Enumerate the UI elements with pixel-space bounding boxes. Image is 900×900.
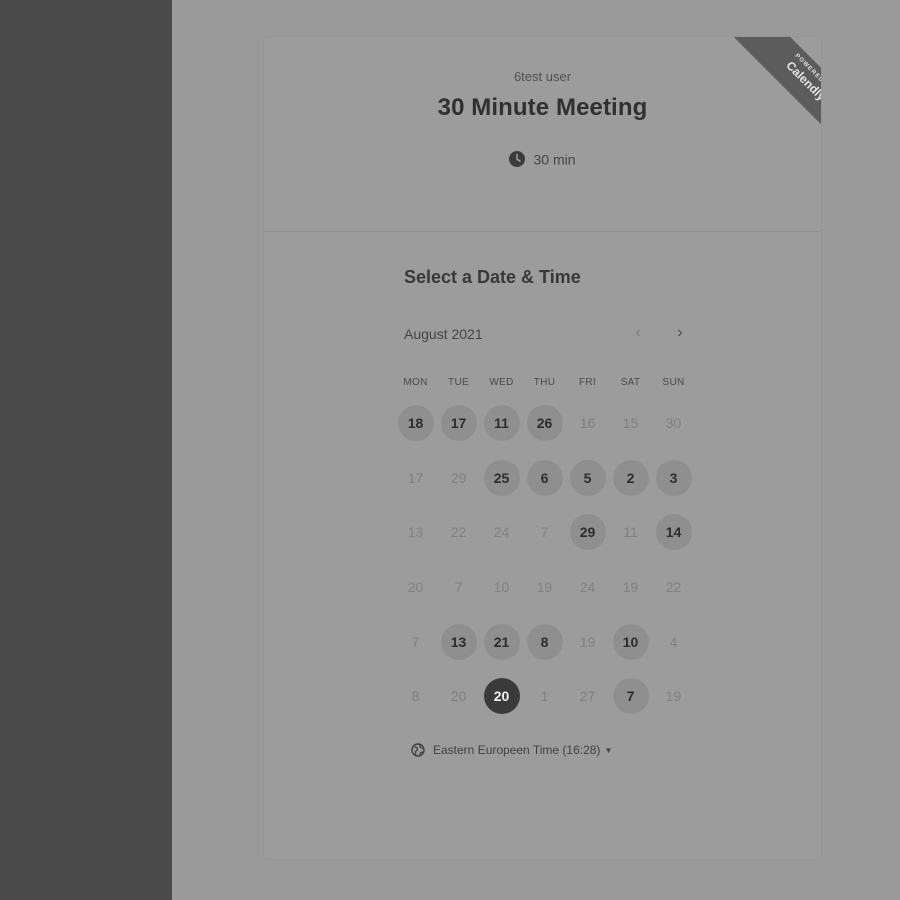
calendar-day: 7 <box>454 579 463 596</box>
calendar-day: 30 <box>665 415 682 432</box>
calendar-day: 10 <box>493 579 510 596</box>
calendar-day-available[interactable]: 14 <box>655 514 692 551</box>
weekday-label: SUN <box>662 377 685 388</box>
calendar-day: 13 <box>407 524 424 541</box>
month-label: August 2021 <box>404 326 483 342</box>
calendar-day: 17 <box>407 469 424 486</box>
calendar-day: 7 <box>411 633 420 650</box>
clock-icon <box>509 151 526 168</box>
calendar-day: 19 <box>536 579 553 596</box>
calendar-day-available[interactable]: 8 <box>526 623 563 660</box>
calendar-day: 7 <box>540 524 549 541</box>
calendar-day: 19 <box>622 579 639 596</box>
weekday-label: MON <box>403 377 428 388</box>
calendar-day: 19 <box>665 688 682 705</box>
weekday-label: TUE <box>448 377 469 388</box>
calendar-day-available[interactable]: 25 <box>483 459 520 496</box>
weekday-label: THU <box>533 377 556 388</box>
duration-text: 30 min <box>533 151 576 168</box>
calendar-day-selected[interactable]: 20 <box>483 678 520 715</box>
calendar-day: 1 <box>540 688 549 705</box>
calendar-day-available[interactable]: 17 <box>440 405 477 442</box>
weekday-label: FRI <box>578 377 596 388</box>
calendar-day-available[interactable]: 11 <box>483 405 520 442</box>
calendar-day: 16 <box>579 415 596 432</box>
calendar-day-available[interactable]: 26 <box>526 405 563 442</box>
calendar-grid: 18 17 11 26 16 15 30 17 29 25 6 5 2 3 13 22 24 7 29 11 14 20 7… <box>394 396 696 724</box>
event-duration: 30 min <box>264 150 821 168</box>
select-date-heading: Select a Date & Time <box>404 267 581 287</box>
calendar-day: 20 <box>407 579 424 596</box>
booking-card: 6test user 30 Minute Meeting 30 min POWE… <box>263 36 822 860</box>
weekday-header: MON TUE WED THU FRI SAT SUN <box>394 377 696 388</box>
calendar-day: 22 <box>450 524 467 541</box>
calendar-day: 27 <box>579 688 596 705</box>
weekday-label: WED <box>489 377 514 388</box>
caret-down-icon: ▼ <box>604 745 613 755</box>
globe-icon <box>411 743 425 757</box>
calendar-day-available[interactable]: 29 <box>569 514 606 551</box>
calendar-day: 4 <box>669 633 678 650</box>
calendar-day-available[interactable]: 18 <box>397 405 434 442</box>
calendar-day: 20 <box>450 688 467 705</box>
ribbon-brand: Calendly <box>783 58 822 104</box>
calendar-day: 19 <box>579 633 596 650</box>
calendar-day: 22 <box>665 579 682 596</box>
calendar-day-available[interactable]: 21 <box>483 623 520 660</box>
weekday-label: SAT <box>620 377 641 388</box>
powered-by-ribbon[interactable]: POWERED BY Calendly <box>733 37 822 147</box>
calendar-day: 15 <box>622 415 639 432</box>
left-panel <box>0 0 172 900</box>
calendar-day: 24 <box>579 579 596 596</box>
calendar-day-available[interactable]: 3 <box>655 459 692 496</box>
calendar-day-available[interactable]: 2 <box>612 459 649 496</box>
calendar-day-available[interactable]: 7 <box>612 678 649 715</box>
calendar-day: 24 <box>493 524 510 541</box>
calendar-day-available[interactable]: 6 <box>526 459 563 496</box>
calendar-day: 8 <box>411 688 420 705</box>
calendar-day-available[interactable]: 13 <box>440 623 477 660</box>
chevron-right-icon[interactable]: › <box>668 321 692 345</box>
calendar-day-available[interactable]: 10 <box>612 623 649 660</box>
timezone-selector[interactable]: Eastern Europeen Time (16:28) ▼ <box>411 743 612 757</box>
calendar-day: 11 <box>623 524 638 541</box>
calendar-day: 29 <box>450 469 467 486</box>
timezone-label: Eastern Europeen Time (16:28) <box>433 743 601 757</box>
calendar-day-available[interactable]: 5 <box>569 459 606 496</box>
chevron-left-icon[interactable]: ‹ <box>626 321 650 345</box>
